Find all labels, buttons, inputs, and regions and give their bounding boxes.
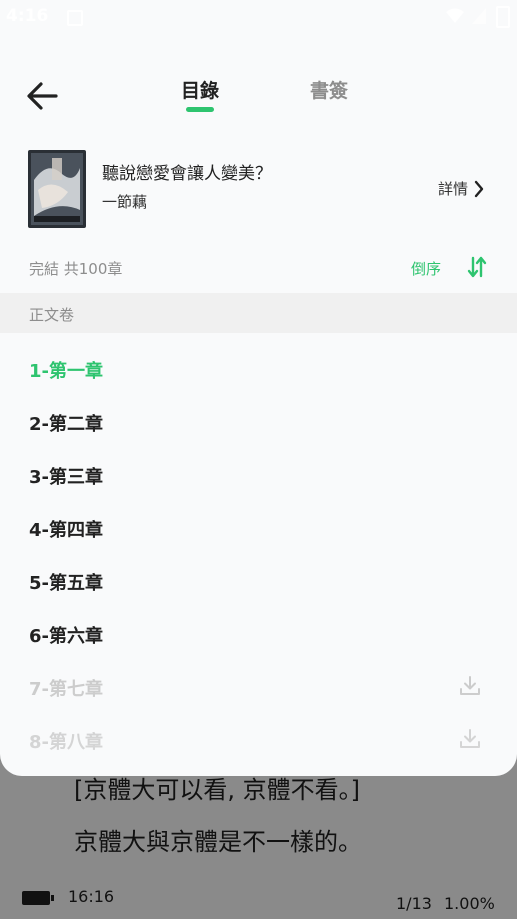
book-author[interactable]: 一節藕 xyxy=(102,191,147,212)
sort-arrows-icon[interactable] xyxy=(466,255,488,279)
status-battery-icon xyxy=(496,6,510,28)
download-icon[interactable] xyxy=(458,727,482,751)
sort-order-button[interactable]: 倒序 xyxy=(411,258,441,279)
chapter-item[interactable]: 7-第七章 xyxy=(0,660,517,713)
chapter-title: 2-第二章 xyxy=(29,414,103,435)
volume-title: 正文卷 xyxy=(29,306,75,324)
download-icon[interactable] xyxy=(458,674,482,698)
chapter-title: 8-第八章 xyxy=(29,732,103,753)
chapter-title: 1-第一章 xyxy=(29,361,103,382)
reading-progress: 1.00% xyxy=(444,894,495,913)
chapter-title: 3-第三章 xyxy=(29,467,103,488)
chevron-right-icon xyxy=(474,180,484,197)
status-bar: 4:16 xyxy=(0,0,517,34)
reader-text-line: 京體大與京體是不一樣的。 xyxy=(74,828,362,856)
book-status-info: 完結 共100章 xyxy=(29,260,123,278)
signal-icon xyxy=(472,8,486,24)
reader-clock: 16:16 xyxy=(68,887,115,906)
chapter-title: 4-第四章 xyxy=(29,520,103,541)
details-label: 詳情 xyxy=(438,180,469,198)
chapter-item[interactable]: 3-第三章 xyxy=(0,448,517,501)
battery-icon xyxy=(22,891,54,905)
details-link[interactable]: 詳情 xyxy=(438,178,484,199)
chapter-item[interactable]: 6-第六章 xyxy=(0,607,517,660)
chapter-title: 6-第六章 xyxy=(29,626,103,647)
chapter-title: 5-第五章 xyxy=(29,573,103,594)
chapter-item[interactable]: 5-第五章 xyxy=(0,554,517,607)
chapter-item[interactable]: 2-第二章 xyxy=(0,395,517,448)
toc-panel: 目錄 書簽 聽說戀愛會讓人變美？ 一節藕 詳情 完結 共100章 倒序 正文卷 … xyxy=(0,0,517,776)
chapter-item[interactable]: 1-第一章 xyxy=(0,342,517,395)
back-arrow-icon[interactable] xyxy=(24,78,64,114)
notification-icon xyxy=(67,10,83,26)
book-cover-image[interactable] xyxy=(28,150,86,228)
active-tab-indicator xyxy=(186,107,214,112)
wifi-icon xyxy=(446,8,464,23)
reader-footer: 16:16 1/13 1.00% xyxy=(0,884,517,914)
chapter-title: 7-第七章 xyxy=(29,679,103,700)
chapter-item[interactable]: 8-第八章 xyxy=(0,713,517,766)
tab-toc[interactable]: 目錄 xyxy=(181,76,219,103)
status-time: 4:16 xyxy=(6,6,49,26)
book-title[interactable]: 聽說戀愛會讓人變美？ xyxy=(102,159,272,184)
page-indicator: 1/13 xyxy=(396,894,432,913)
chapter-item[interactable]: 4-第四章 xyxy=(0,501,517,554)
volume-header: 正文卷 xyxy=(0,293,517,333)
tab-bookmarks[interactable]: 書簽 xyxy=(310,76,348,103)
